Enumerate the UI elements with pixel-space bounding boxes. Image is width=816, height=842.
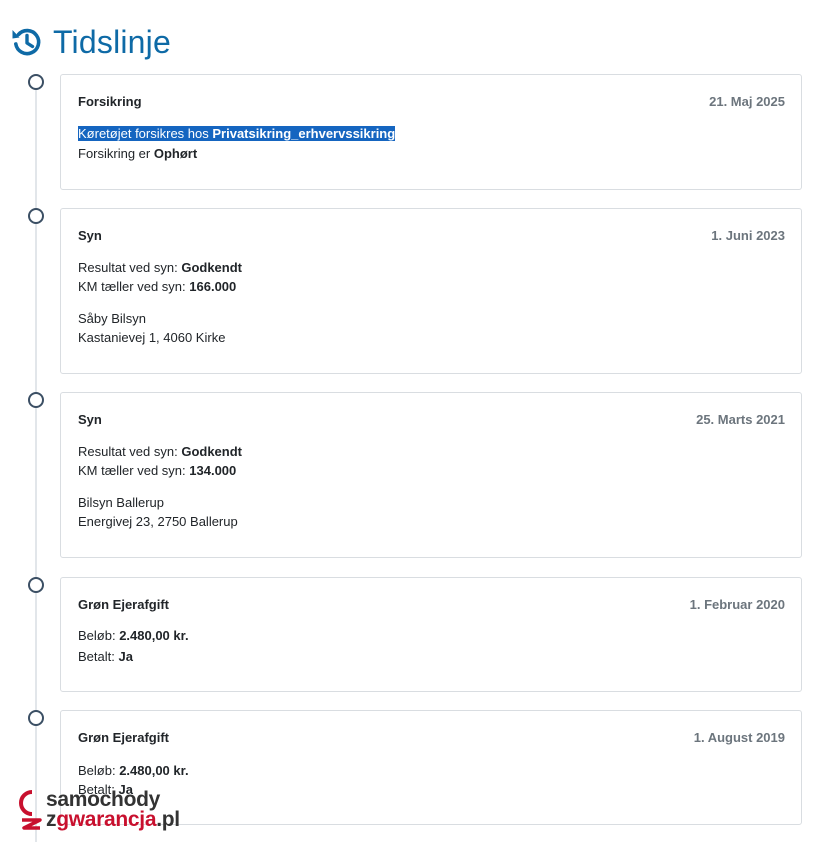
history-icon bbox=[12, 28, 41, 56]
selected-text[interactable]: Køretøjet forsikres hos Privatsikring_er… bbox=[78, 126, 396, 141]
odometer-line: KM tæller ved syn: 166.000 bbox=[78, 279, 237, 294]
timeline-card: Syn 25. Marts 2021 Resultat ved syn: God… bbox=[60, 392, 802, 558]
paid-line: Betalt: Ja bbox=[78, 649, 133, 664]
card-title: Grøn Ejerafgift bbox=[78, 730, 170, 745]
timeline-node bbox=[28, 208, 44, 224]
amount-line: Beløb: 2.480,00 kr. bbox=[78, 628, 189, 643]
timeline-line bbox=[35, 82, 37, 842]
card-date: 21. Maj 2025 bbox=[709, 94, 785, 109]
timeline-card: Forsikring 21. Maj 2025 Køretøjet forsik… bbox=[60, 74, 802, 190]
timeline-node bbox=[28, 577, 44, 593]
inspection-result-line: Resultat ved syn: Godkendt bbox=[78, 444, 242, 459]
amount-line: Beløb: 2.480,00 kr. bbox=[78, 763, 189, 778]
card-date: 1. Februar 2020 bbox=[689, 597, 785, 612]
watermark-logo: samochody zgwarancja.pl bbox=[18, 786, 208, 834]
car-logo-icon bbox=[19, 790, 42, 830]
page-header: Tidslinje bbox=[10, 22, 171, 62]
inspection-site-address: Energivej 23, 2750 Ballerup bbox=[78, 514, 238, 529]
watermark-line2: zgwarancja.pl bbox=[46, 808, 180, 831]
card-date: 1. Juni 2023 bbox=[711, 228, 785, 243]
card-title: Forsikring bbox=[78, 94, 142, 109]
card-date: 25. Marts 2021 bbox=[696, 412, 785, 427]
odometer-line: KM tæller ved syn: 134.000 bbox=[78, 463, 237, 478]
timeline-node bbox=[28, 74, 44, 90]
insurance-status-line: Forsikring er Ophørt bbox=[78, 146, 198, 161]
timeline-card: Syn 1. Juni 2023 Resultat ved syn: Godke… bbox=[60, 208, 802, 374]
inspection-site-name: Såby Bilsyn bbox=[78, 311, 146, 326]
inspection-site-address: Kastanievej 1, 4060 Kirke bbox=[78, 330, 226, 345]
card-title: Syn bbox=[78, 412, 102, 427]
page-title: Tidslinje bbox=[53, 24, 171, 60]
timeline-node bbox=[28, 392, 44, 408]
inspection-site-name: Bilsyn Ballerup bbox=[78, 495, 164, 510]
card-title: Syn bbox=[78, 228, 102, 243]
timeline-node bbox=[28, 710, 44, 726]
inspection-result-line: Resultat ved syn: Godkendt bbox=[78, 260, 242, 275]
timeline-card: Grøn Ejerafgift 1. Februar 2020 Beløb: 2… bbox=[60, 577, 802, 692]
card-date: 1. August 2019 bbox=[693, 730, 785, 745]
insurance-company-line: Køretøjet forsikres hos Privatsikring_er… bbox=[78, 126, 396, 142]
card-title: Grøn Ejerafgift bbox=[78, 597, 170, 612]
